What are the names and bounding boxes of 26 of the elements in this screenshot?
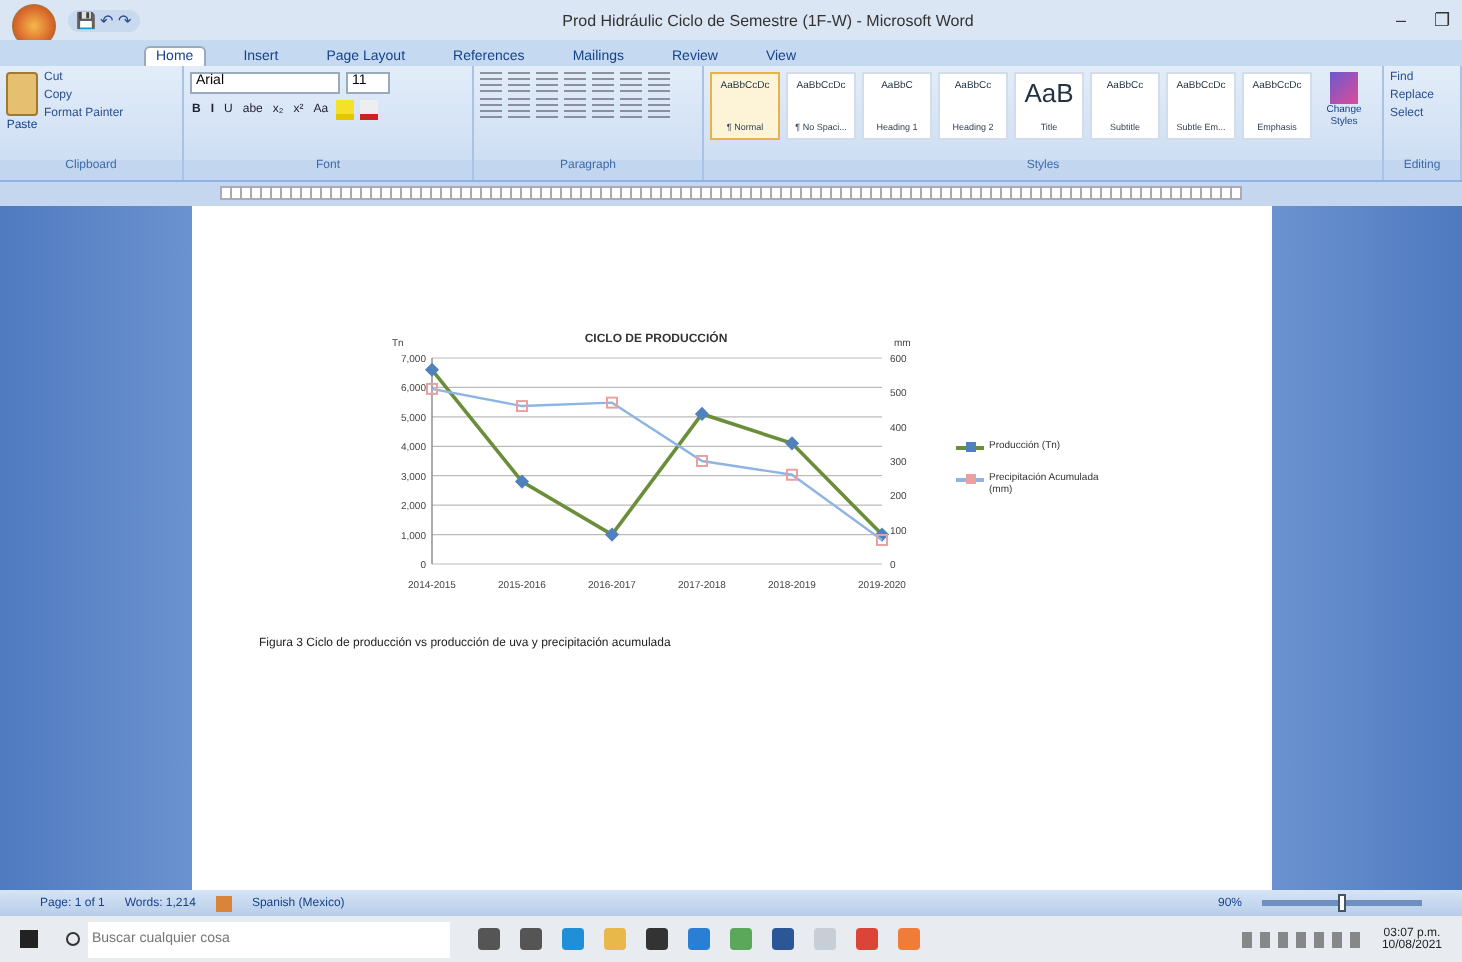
style-sample: AaB <box>1024 80 1074 106</box>
quick-access-button[interactable]: ↷ <box>118 11 132 29</box>
data-point <box>513 474 529 489</box>
data-point <box>515 400 527 413</box>
spelling-icon <box>215 895 232 911</box>
system-tray-icon[interactable] <box>1241 931 1362 947</box>
app-icon[interactable] <box>646 928 668 950</box>
app-icon[interactable] <box>520 928 542 950</box>
paragraph-icon[interactable] <box>480 98 502 118</box>
data-point <box>695 455 707 467</box>
data-point <box>605 396 617 409</box>
app-icon[interactable] <box>478 928 500 950</box>
minimize-button[interactable]: – <box>1395 10 1406 30</box>
data-point <box>423 362 439 377</box>
zoom-slider-thumb[interactable] <box>1338 894 1346 912</box>
search-icon <box>66 932 80 946</box>
quick-access-button[interactable]: ↶ <box>100 11 114 29</box>
data-point <box>425 382 437 395</box>
data-point <box>603 527 619 542</box>
data-point <box>783 436 799 451</box>
window-title: Prod Hidráulic Ciclo de Semestre (1F-W) - Microsoft Word <box>560 11 976 29</box>
app-icon[interactable] <box>772 928 794 950</box>
paragraph-icon[interactable] <box>480 72 502 92</box>
data-point <box>693 406 709 421</box>
data-point <box>785 468 797 481</box>
restore-button[interactable]: ❐ <box>1434 10 1450 30</box>
